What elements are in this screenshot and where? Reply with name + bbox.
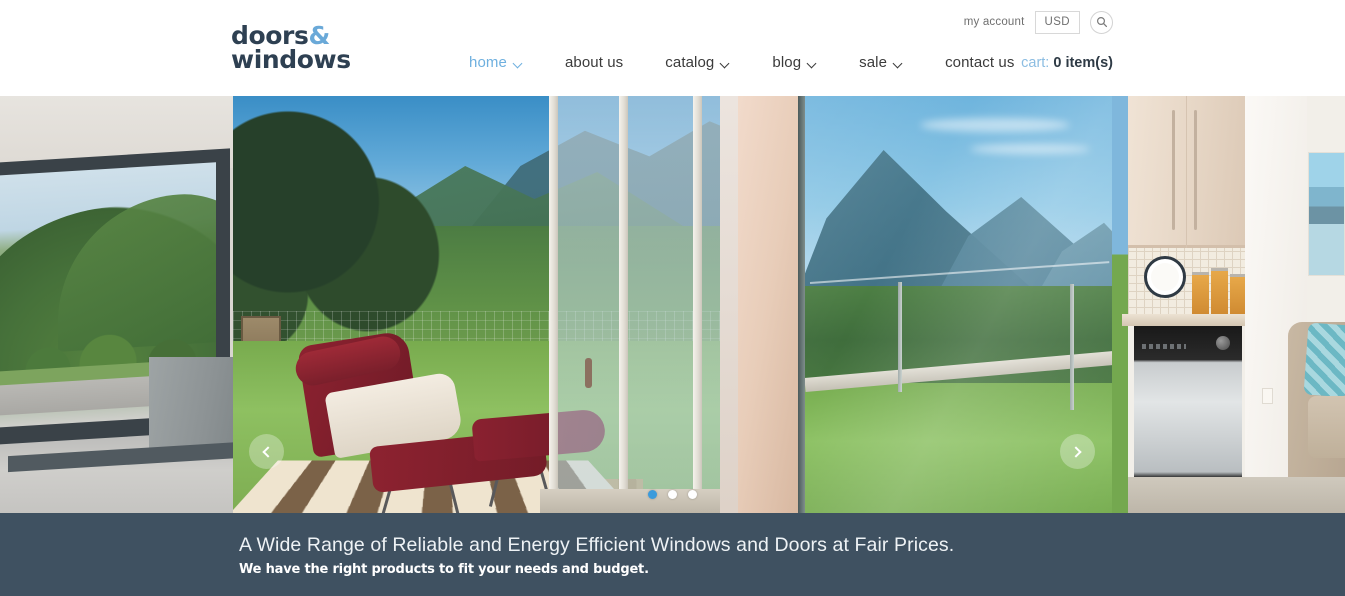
hero-carousel xyxy=(0,96,1345,513)
nav-item-about-us[interactable]: about us xyxy=(544,54,644,71)
hero-slide-previous[interactable] xyxy=(0,96,233,513)
promo-subline: We have the right products to fit your n… xyxy=(239,562,649,577)
slide-edge xyxy=(1112,96,1128,513)
nav-label: about us xyxy=(564,54,624,71)
hero-slide-active[interactable] xyxy=(233,96,720,513)
cloud xyxy=(970,144,1090,154)
promo-headline: A Wide Range of Reliable and Energy Effi… xyxy=(239,534,955,556)
currency-selector[interactable]: USD xyxy=(1034,10,1080,34)
chevron-down-icon xyxy=(721,59,730,68)
hero-slide-next[interactable] xyxy=(720,96,1112,513)
countertop xyxy=(1122,314,1252,326)
storage-jar xyxy=(1192,272,1209,314)
search-icon xyxy=(1096,16,1107,28)
door-mullion xyxy=(693,96,702,513)
throw-pillow xyxy=(1303,322,1345,398)
dishwasher-dial xyxy=(1216,336,1230,350)
sofa-seat xyxy=(1308,396,1345,458)
cart-count: 0 item(s) xyxy=(1053,55,1113,71)
promo-banner: A Wide Range of Reliable and Energy Effi… xyxy=(0,513,1345,596)
cloud xyxy=(920,118,1070,132)
carousel-pagination xyxy=(0,490,1345,499)
carousel-dot-2[interactable] xyxy=(668,490,677,499)
decorative-plate xyxy=(1144,256,1186,298)
chevron-left-icon xyxy=(262,445,274,458)
door-mullion xyxy=(619,96,628,513)
door-jamb xyxy=(798,96,805,513)
railing-post xyxy=(898,282,902,392)
dishwasher-display xyxy=(1142,344,1186,349)
site-logo[interactable]: doors& windows xyxy=(231,23,351,74)
wall-outlet xyxy=(1262,388,1273,404)
carousel-dot-1[interactable] xyxy=(648,490,657,499)
nav-label: contact us xyxy=(945,54,1015,71)
wall-art xyxy=(1308,152,1345,276)
storage-jar xyxy=(1211,268,1228,314)
search-button[interactable] xyxy=(1090,10,1113,34)
chevron-right-icon xyxy=(1070,445,1082,458)
nav-label: sale xyxy=(859,54,888,71)
nav-label: blog xyxy=(772,54,802,71)
cart-link[interactable]: cart: 0 item(s) xyxy=(1021,55,1113,71)
carousel-next-button[interactable] xyxy=(1060,434,1095,469)
chevron-down-icon xyxy=(514,59,523,68)
my-account-link[interactable]: my account xyxy=(964,16,1025,28)
wall-edge xyxy=(720,96,738,513)
carousel-dot-3[interactable] xyxy=(688,490,697,499)
cabinet-handle xyxy=(1194,110,1197,230)
promo-text-block: A Wide Range of Reliable and Energy Effi… xyxy=(239,533,954,577)
door-mullion xyxy=(549,96,558,513)
chevron-down-icon xyxy=(894,59,903,68)
cart-label: cart: xyxy=(1021,55,1050,71)
main-navigation: home about us catalog blog sale contact … xyxy=(448,54,1035,71)
nav-item-home[interactable]: home xyxy=(448,54,544,71)
nav-item-sale[interactable]: sale xyxy=(838,54,924,71)
door-handle xyxy=(585,358,592,388)
nav-label: catalog xyxy=(665,54,715,71)
nav-item-catalog[interactable]: catalog xyxy=(644,54,751,71)
nav-label: home xyxy=(469,54,507,71)
utility-bar: my account USD xyxy=(964,10,1113,34)
hero-slide-following[interactable] xyxy=(1112,96,1345,513)
nav-item-blog[interactable]: blog xyxy=(751,54,838,71)
logo-line-2: windows xyxy=(231,45,351,74)
nav-item-contact-us[interactable]: contact us xyxy=(924,54,1035,71)
cabinet-handle xyxy=(1172,110,1175,230)
site-header: doors& windows my account USD home about… xyxy=(0,0,1345,96)
storage-jar xyxy=(1230,274,1246,314)
concrete-block xyxy=(149,357,233,457)
carousel-prev-button[interactable] xyxy=(249,434,284,469)
railing-post xyxy=(1070,284,1074,410)
cabinet-seam xyxy=(1186,96,1187,248)
chevron-down-icon xyxy=(808,59,817,68)
